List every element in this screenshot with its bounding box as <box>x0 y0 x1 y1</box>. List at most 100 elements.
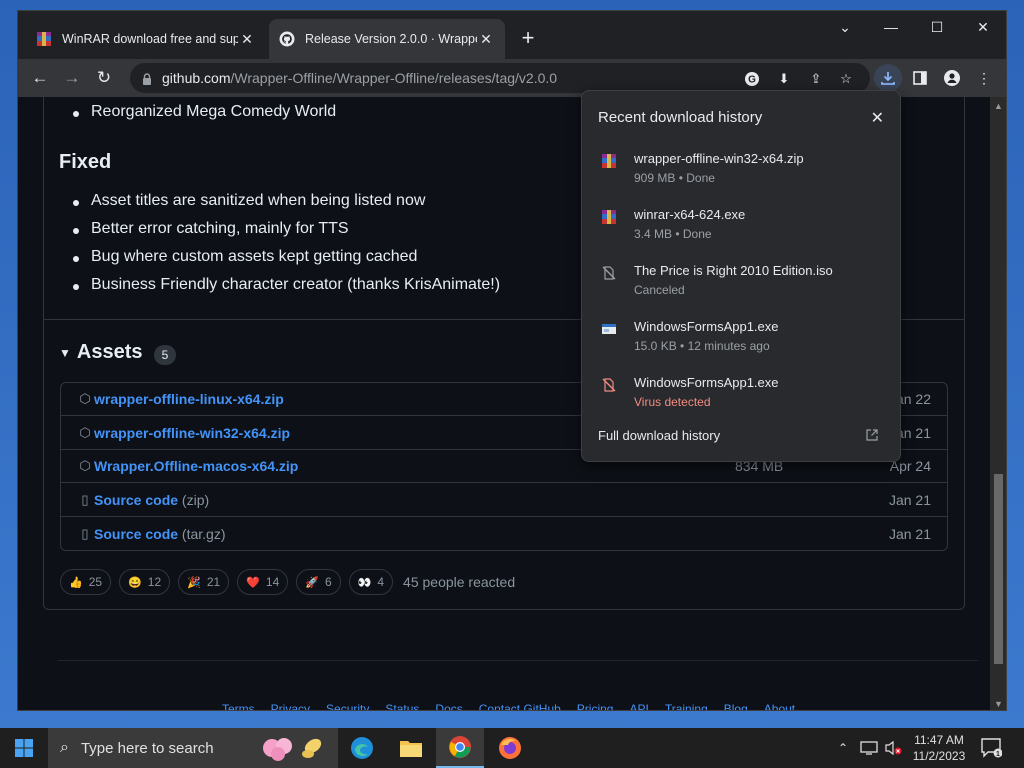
footer-link-docs[interactable]: Docs <box>435 702 462 710</box>
download-status: 15.0 KB • 12 minutes ago <box>634 339 770 353</box>
clock-time: 11:47 AM <box>914 733 964 747</box>
reaction-thumbs-up[interactable]: 👍 25 <box>60 569 112 595</box>
search-highlight-icon <box>258 732 328 764</box>
reactions-bar: 👍 25 😄 12 🎉 21 ❤️ 14 🚀 6 👀 4 45 people reacted <box>60 569 515 595</box>
tab-search-icon[interactable]: ⌄ <box>822 11 868 43</box>
reaction-rocket[interactable]: 🚀 6 <box>296 569 341 595</box>
menu-kebab-icon[interactable]: ⋮ <box>970 64 998 92</box>
footer-link-status[interactable]: Status <box>385 702 419 710</box>
close-tab-icon[interactable]: ✕ <box>238 30 256 48</box>
url-path: /Wrapper-Offline/Wrapper-Offline/release… <box>230 70 558 86</box>
footer-link-blog[interactable]: Blog <box>724 702 748 710</box>
firefox-icon[interactable] <box>486 728 534 768</box>
tab-winrar[interactable]: WinRAR download free and support ✕ <box>26 19 266 59</box>
profile-avatar-icon[interactable] <box>938 64 966 92</box>
footer-link-privacy[interactable]: Privacy <box>271 702 310 710</box>
eyes-icon: 👀 <box>357 576 372 589</box>
footer-link-about[interactable]: About <box>764 702 795 710</box>
new-tab-button[interactable]: + <box>516 27 540 51</box>
assets-count-badge: 5 <box>154 345 176 365</box>
close-icon[interactable]: ✕ <box>871 108 884 128</box>
tab-strip: WinRAR download free and support ✕ Relea… <box>18 11 1006 59</box>
download-item[interactable]: winrar-x64-624.exe 3.4 MB • Done <box>582 205 900 257</box>
show-hidden-icons[interactable]: ⌃ <box>838 728 848 768</box>
footer-link-contact[interactable]: Contact GitHub <box>479 702 561 710</box>
lock-icon[interactable] <box>142 72 152 85</box>
install-app-icon[interactable]: ⬇ <box>774 69 794 89</box>
rocket-icon: 🚀 <box>305 576 319 589</box>
download-status: Canceled <box>634 283 685 297</box>
asset-date: Jan 21 <box>888 491 931 508</box>
tab-title: Release Version 2.0.0 · Wrapper-Offline <box>305 32 477 46</box>
footer-link-training[interactable]: Training <box>665 702 708 710</box>
package-icon: ⬡ <box>79 424 91 440</box>
download-item[interactable]: wrapper-offline-win32-x64.zip 909 MB • D… <box>582 149 900 201</box>
svg-text:1: 1 <box>996 751 1000 758</box>
scroll-thumb[interactable] <box>994 474 1003 664</box>
downloads-icon[interactable] <box>874 64 902 92</box>
download-filename: The Price is Right 2010 Edition.iso <box>634 263 833 278</box>
close-window-button[interactable]: ✕ <box>960 11 1006 43</box>
scroll-down-icon[interactable]: ▼ <box>994 699 1003 709</box>
reaction-hooray[interactable]: 🎉 21 <box>178 569 230 595</box>
assets-toggle[interactable]: ▼ Assets <box>59 341 143 364</box>
open-in-new-icon[interactable] <box>866 429 878 444</box>
asset-link[interactable]: wrapper-offline-win32-x64.zip <box>94 425 290 441</box>
download-item[interactable]: WindowsFormsApp1.exe 15.0 KB • 12 minute… <box>582 317 900 369</box>
reload-button[interactable]: ↻ <box>90 64 118 92</box>
share-icon[interactable]: ⇪ <box>806 69 826 89</box>
volume-muted-icon[interactable] <box>884 728 902 768</box>
back-button[interactable]: ← <box>26 64 54 92</box>
download-item[interactable]: The Price is Right 2010 Edition.iso Canc… <box>582 261 900 313</box>
url-text: github.com/Wrapper-Offline/Wrapper-Offli… <box>162 70 557 86</box>
network-icon[interactable] <box>860 728 878 768</box>
fixed-item: Better error catching, mainly for TTS <box>73 220 349 237</box>
asset-date: Jan 21 <box>888 525 931 542</box>
taskbar-search[interactable]: ⌕ Type here to search <box>48 728 338 768</box>
footer-link-terms[interactable]: Terms <box>222 702 255 710</box>
search-placeholder: Type here to search <box>80 739 214 757</box>
edge-icon[interactable] <box>338 728 386 768</box>
reaction-laugh[interactable]: 😄 12 <box>119 569 171 595</box>
notification-center-icon[interactable]: 1 <box>980 736 1004 760</box>
asset-row: ▯ Source code (tar.gz) Jan 21 <box>61 517 947 550</box>
close-tab-icon[interactable]: ✕ <box>477 30 495 48</box>
asset-name: Source code <box>94 491 179 508</box>
virus-file-icon <box>601 377 617 393</box>
asset-link[interactable]: Wrapper.Offline-macos-x64.zip <box>94 458 298 474</box>
system-clock[interactable]: 11:47 AM 11/2/2023 <box>902 732 976 764</box>
reacted-summary[interactable]: 45 people reacted <box>403 574 515 590</box>
footer-link-security[interactable]: Security <box>326 702 369 710</box>
download-status: Virus detected <box>634 395 711 409</box>
minimize-button[interactable]: — <box>868 11 914 43</box>
full-download-history-link[interactable]: Full download history <box>598 428 720 443</box>
chrome-icon[interactable] <box>436 728 484 768</box>
google-lens-icon[interactable]: G <box>742 69 762 89</box>
footer-link-pricing[interactable]: Pricing <box>577 702 614 710</box>
downloads-title: Recent download history <box>598 109 763 126</box>
scroll-up-icon[interactable]: ▲ <box>994 101 1003 111</box>
file-explorer-icon[interactable] <box>387 728 435 768</box>
footer-divider <box>58 660 978 661</box>
address-bar[interactable]: github.com/Wrapper-Offline/Wrapper-Offli… <box>130 63 870 93</box>
asset-link[interactable]: Source code (zip) <box>94 492 209 508</box>
footer-link-api[interactable]: API <box>629 702 648 710</box>
download-item[interactable]: WindowsFormsApp1.exe Virus detected <box>582 373 900 425</box>
bookmark-star-icon[interactable]: ☆ <box>836 69 856 89</box>
search-icon: ⌕ <box>60 739 69 756</box>
reaction-heart[interactable]: ❤️ 14 <box>237 569 289 595</box>
svg-text:G: G <box>748 75 756 86</box>
maximize-button[interactable]: ☐ <box>914 11 960 43</box>
side-panel-icon[interactable] <box>906 64 934 92</box>
reaction-count: 25 <box>88 575 103 589</box>
reaction-count: 21 <box>206 575 221 589</box>
page-scrollbar[interactable]: ▲ ▼ <box>990 97 1006 710</box>
start-button[interactable] <box>0 728 48 768</box>
tab-github-release[interactable]: Release Version 2.0.0 · Wrapper-Offline … <box>269 19 505 59</box>
thumbs-up-icon: 👍 <box>69 576 83 589</box>
asset-link[interactable]: wrapper-offline-linux-x64.zip <box>94 391 284 407</box>
asset-link[interactable]: Source code (tar.gz) <box>94 526 226 542</box>
reaction-eyes[interactable]: 👀 4 <box>348 569 394 595</box>
reaction-count: 4 <box>377 575 385 589</box>
forward-button[interactable]: → <box>58 64 86 92</box>
